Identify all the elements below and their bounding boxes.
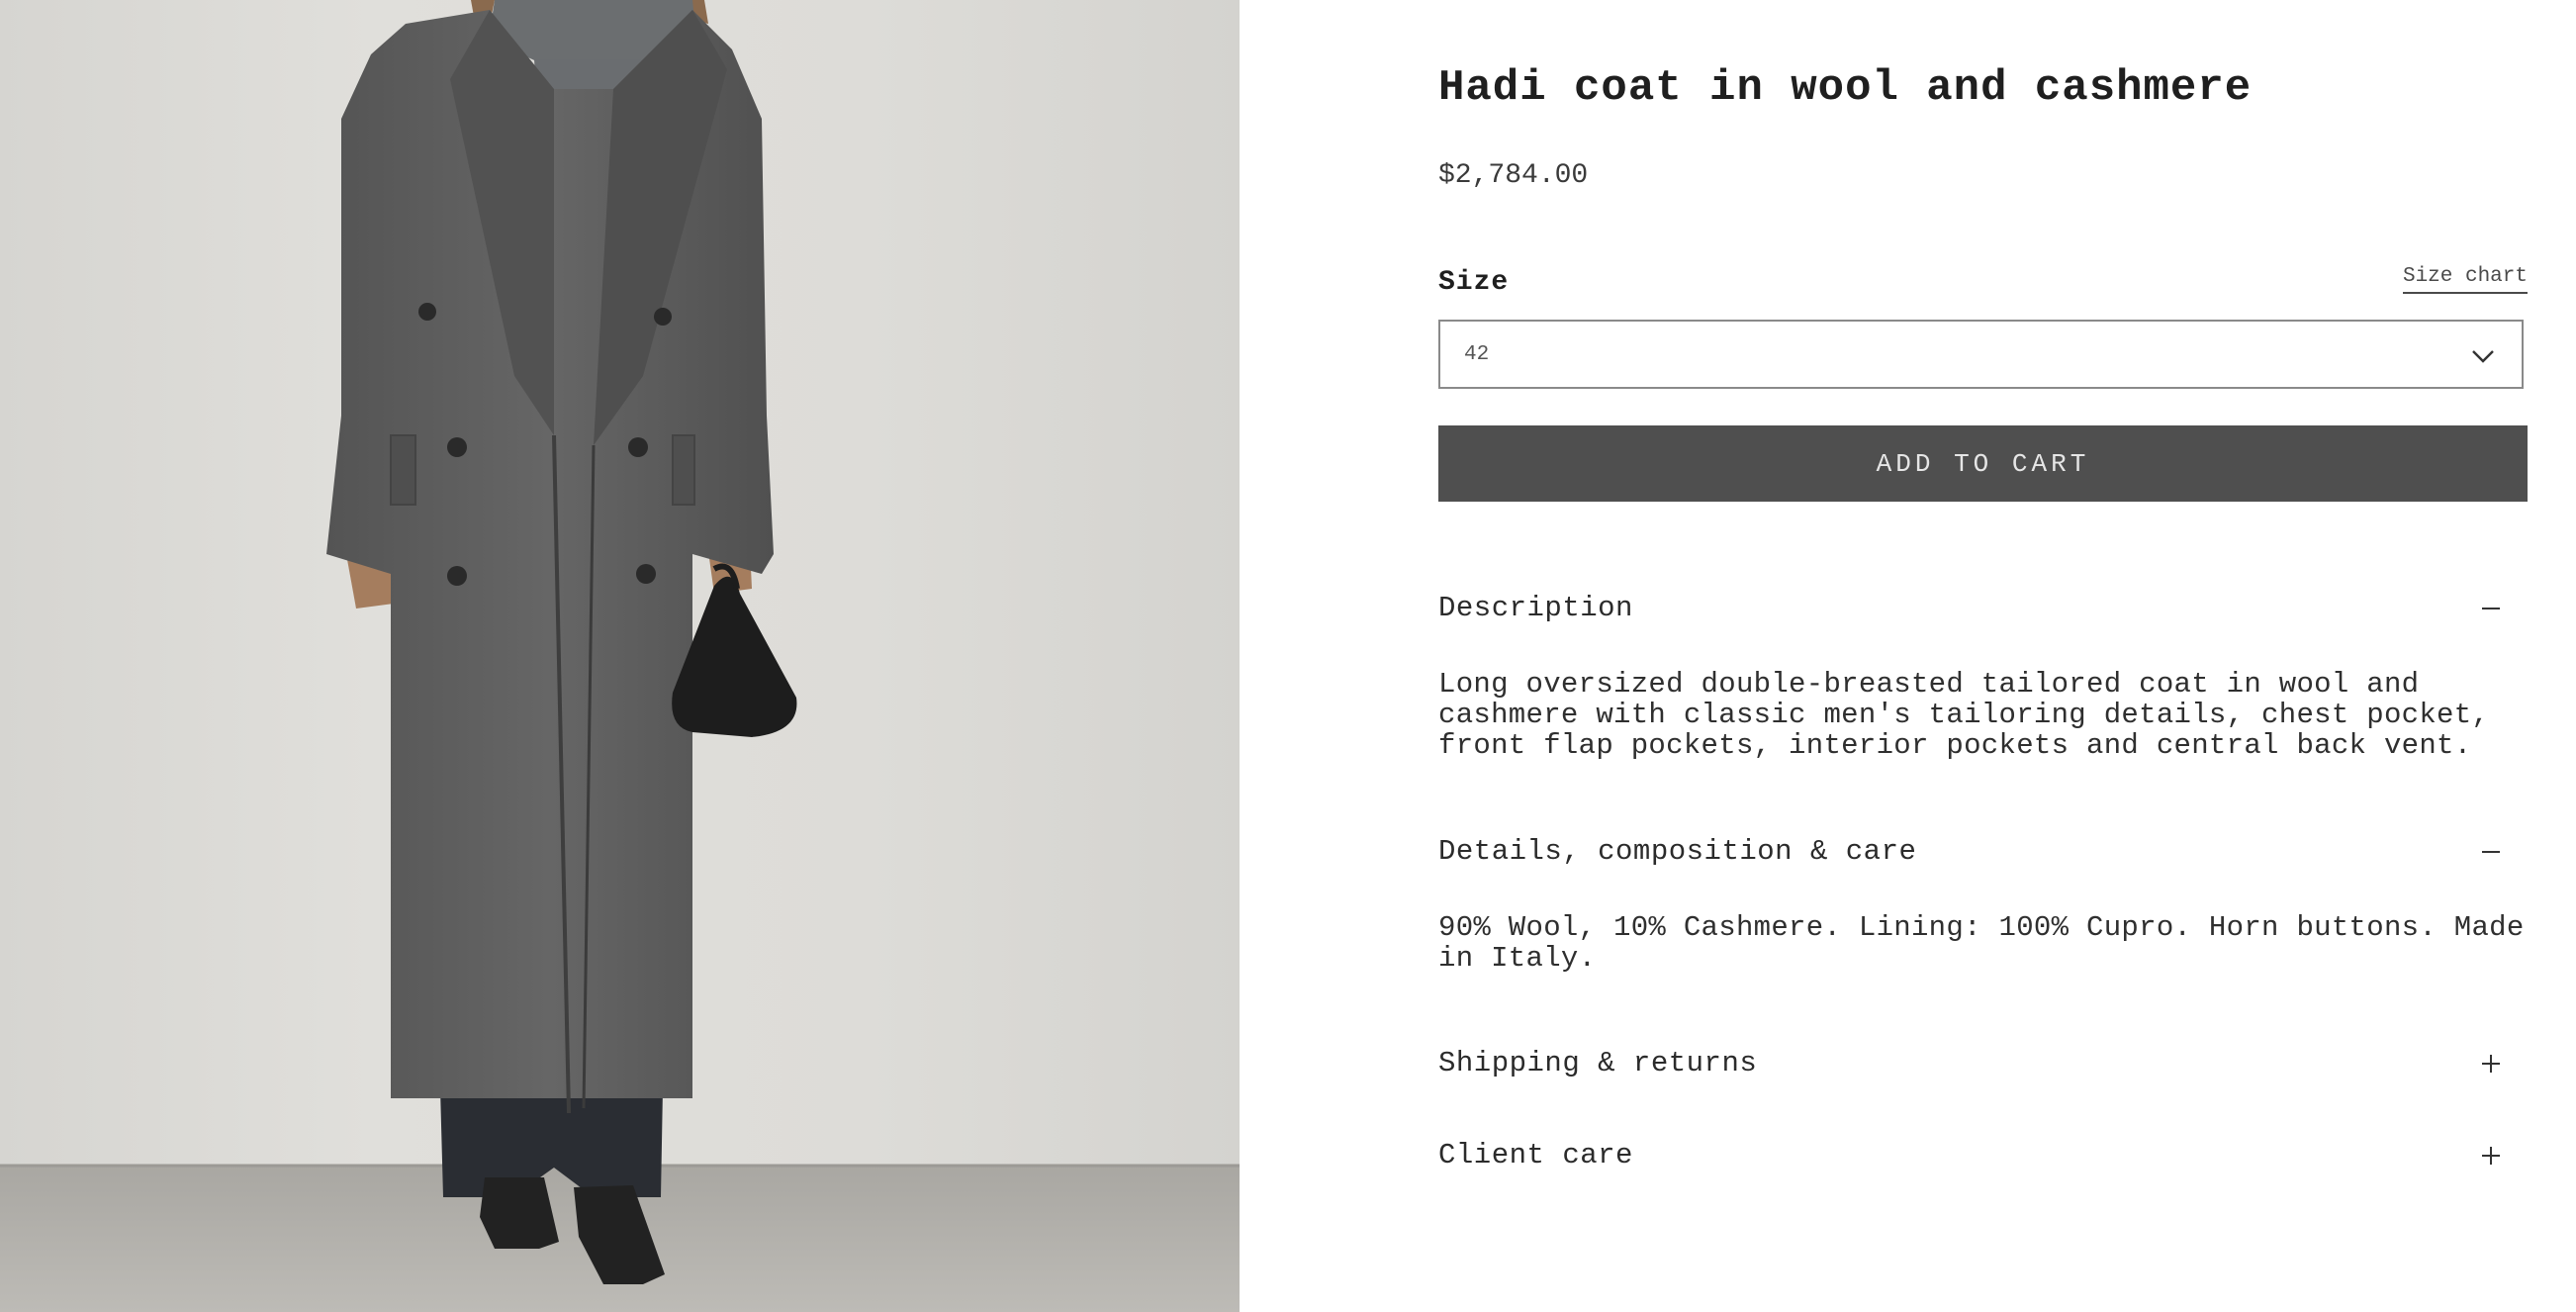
accordion-client-care-title: Client care [1438,1139,1633,1171]
accordion-description-title: Description [1438,592,1633,624]
plus-icon [2482,1147,2500,1165]
product-page: Hadi coat in wool and cashmere $2,784.00… [0,0,2576,1312]
coat-illustration [0,0,1240,1312]
accordion-details-header[interactable]: Details, composition & care [1438,827,2528,877]
plus-icon [2482,1055,2500,1073]
product-title: Hadi coat in wool and cashmere [1438,63,2253,113]
chevron-down-icon [2472,350,2494,363]
size-selected-value: 42 [1464,343,1490,366]
size-chart-link[interactable]: Size chart [2402,265,2528,294]
product-image[interactable] [0,0,1240,1312]
accordion-client-care-header[interactable]: Client care [1438,1131,2528,1180]
accordion-shipping-header[interactable]: Shipping & returns [1438,1039,2528,1088]
accordion-details-title: Details, composition & care [1438,835,1917,868]
accordion-shipping-title: Shipping & returns [1438,1047,1758,1079]
accordion-description-body: Long oversized double-breasted tailored … [1438,668,2490,762]
minus-icon [2482,608,2500,609]
add-to-cart-button[interactable]: ADD TO CART [1438,425,2528,502]
size-select[interactable]: 42 [1438,320,2524,389]
accordion-description-header[interactable]: Description [1438,584,2528,633]
minus-icon [2482,851,2500,853]
product-price: $2,784.00 [1438,160,1589,191]
accordion-details-body: 90% Wool, 10% Cashmere. Lining: 100% Cup… [1438,911,2525,975]
size-label: Size [1438,267,1510,298]
